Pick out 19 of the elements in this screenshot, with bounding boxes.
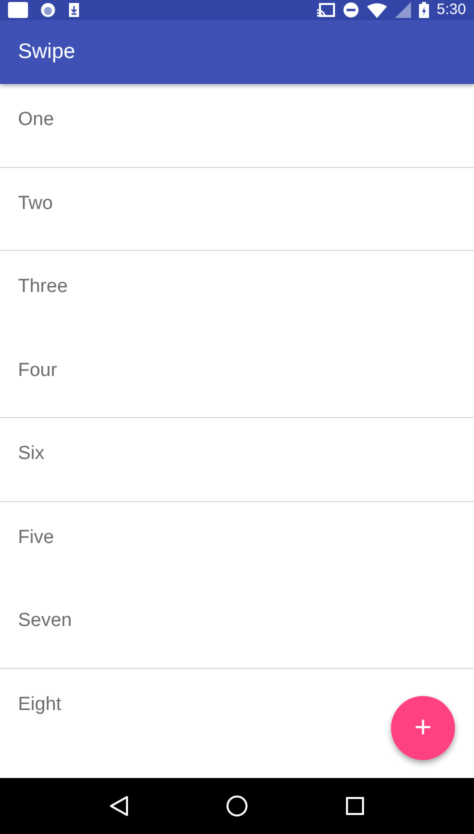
notification-square-icon (8, 2, 28, 18)
cast-icon (316, 3, 335, 17)
recents-icon[interactable] (345, 796, 366, 816)
status-time: 5:30 (436, 0, 466, 20)
home-icon[interactable] (226, 795, 248, 817)
list-item[interactable]: Five (18, 524, 54, 552)
list-item[interactable]: Six (18, 440, 44, 468)
list-item[interactable]: Three (18, 273, 68, 302)
list-item[interactable]: Seven (18, 607, 72, 636)
list-item[interactable]: Two (18, 190, 53, 218)
add-button[interactable]: + (391, 696, 455, 760)
app-bar-title: Swipe (18, 39, 76, 66)
back-icon[interactable] (108, 795, 129, 817)
list-item[interactable]: Four (18, 356, 58, 385)
list-item[interactable]: One (18, 106, 54, 134)
wifi-icon (366, 2, 387, 18)
circle-icon (40, 2, 56, 18)
list-item[interactable]: Eight (18, 690, 62, 719)
signal-icon (394, 2, 411, 18)
